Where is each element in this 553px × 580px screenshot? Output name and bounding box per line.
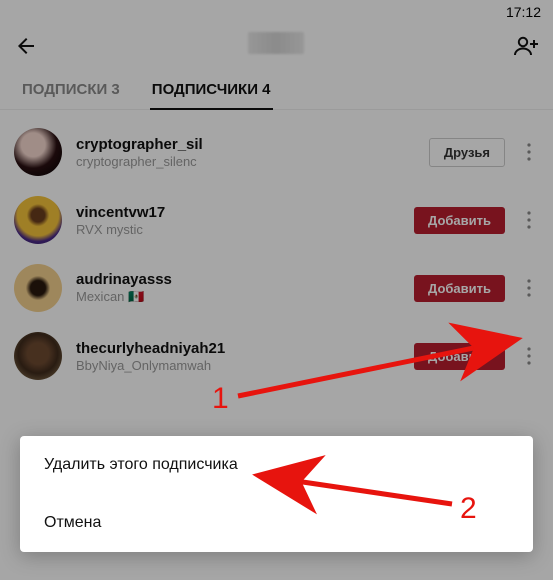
action-sheet: Удалить этого подписчика Отмена bbox=[20, 436, 533, 552]
screen: 17:12 ПОДПИСКИ 3 ПОДПИСЧИКИ 4 cryptograp… bbox=[0, 0, 553, 580]
follower-row: audrinayasssMexican 🇲🇽 Добавить bbox=[0, 254, 553, 322]
header bbox=[0, 24, 553, 67]
add-button[interactable]: Добавить bbox=[414, 275, 505, 302]
more-icon[interactable] bbox=[519, 211, 539, 229]
user-subtitle: BbyNiya_Onlymamwah bbox=[76, 358, 400, 373]
tab-subscribers[interactable]: ПОДПИСЧИКИ 4 bbox=[150, 73, 273, 110]
sheet-delete-follower[interactable]: Удалить этого подписчика bbox=[20, 436, 533, 494]
clock: 17:12 bbox=[506, 4, 541, 20]
follower-row: vincentvw17RVX mystic Добавить bbox=[0, 186, 553, 254]
add-button[interactable]: Добавить bbox=[414, 343, 505, 370]
follower-row: cryptographer_silcryptographer_silenc Дру… bbox=[0, 118, 553, 186]
avatar[interactable] bbox=[14, 264, 62, 312]
user-subtitle: RVX mystic bbox=[76, 222, 400, 237]
username: audrinayasss bbox=[76, 271, 400, 288]
follower-info[interactable]: thecurlyheadniyah21BbyNiya_Onlymamwah bbox=[76, 340, 400, 373]
friends-button[interactable]: Друзья bbox=[429, 138, 505, 167]
tabs: ПОДПИСКИ 3 ПОДПИСЧИКИ 4 bbox=[0, 67, 553, 110]
username: vincentvw17 bbox=[76, 204, 400, 221]
add-button[interactable]: Добавить bbox=[414, 207, 505, 234]
follower-info[interactable]: audrinayasssMexican 🇲🇽 bbox=[76, 271, 400, 305]
username: thecurlyheadniyah21 bbox=[76, 340, 400, 357]
add-user-icon[interactable] bbox=[513, 34, 539, 58]
more-icon[interactable] bbox=[519, 347, 539, 365]
avatar[interactable] bbox=[14, 196, 62, 244]
follower-row: thecurlyheadniyah21BbyNiya_Onlymamwah Доб… bbox=[0, 322, 553, 390]
user-subtitle: cryptographer_silenc bbox=[76, 154, 415, 169]
more-icon[interactable] bbox=[519, 143, 539, 161]
username: cryptographer_sil bbox=[76, 136, 415, 153]
title-blurred bbox=[248, 32, 304, 54]
page-title bbox=[38, 32, 513, 59]
sheet-cancel[interactable]: Отмена bbox=[20, 494, 533, 552]
follower-info[interactable]: vincentvw17RVX mystic bbox=[76, 204, 400, 237]
followers-list: cryptographer_silcryptographer_silenc Дру… bbox=[0, 110, 553, 398]
avatar[interactable] bbox=[14, 128, 62, 176]
back-icon[interactable] bbox=[14, 34, 38, 58]
status-bar: 17:12 bbox=[0, 0, 553, 24]
avatar[interactable] bbox=[14, 332, 62, 380]
more-icon[interactable] bbox=[519, 279, 539, 297]
follower-info[interactable]: cryptographer_silcryptographer_silenc bbox=[76, 136, 415, 169]
user-subtitle: Mexican 🇲🇽 bbox=[76, 289, 400, 305]
tab-subscriptions[interactable]: ПОДПИСКИ 3 bbox=[20, 73, 122, 109]
